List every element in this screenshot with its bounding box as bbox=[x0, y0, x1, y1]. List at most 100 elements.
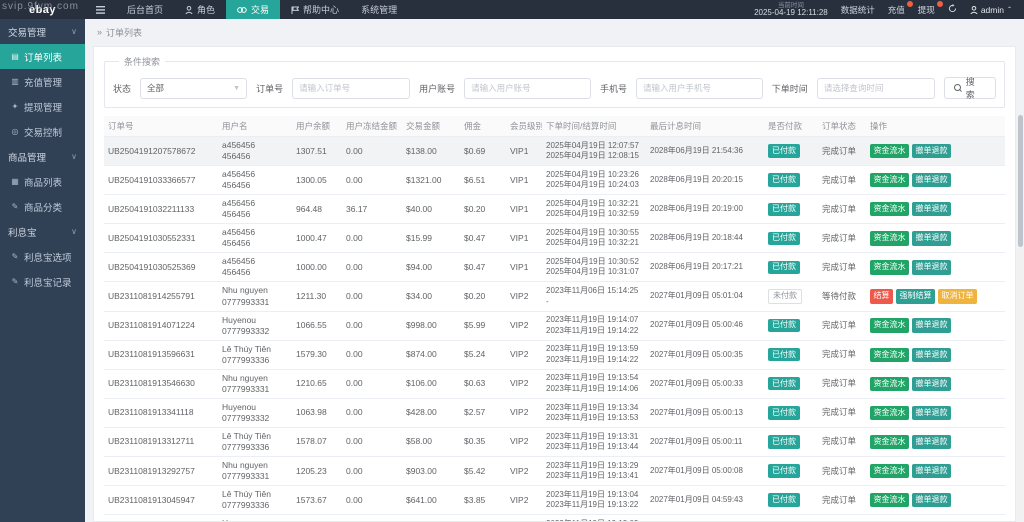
order-list-panel: 条件搜索 状态 全部 ▼ 订单号 用户账号 手机号 下单时间 搜 索 bbox=[93, 46, 1016, 522]
interest-time-cell: 2027年01月09日 05:00:08 bbox=[646, 456, 764, 487]
amount-cell: $641.00 bbox=[402, 485, 460, 516]
action-button[interactable]: 资金流水 bbox=[870, 318, 909, 333]
order-time-cell: 2023年11月06日 15:14:25- bbox=[542, 281, 646, 312]
paid-cell: 未付款 bbox=[764, 281, 818, 312]
stats-link[interactable]: 数据统计 bbox=[841, 4, 875, 16]
action-button[interactable]: 资金流水 bbox=[870, 347, 909, 362]
menu-item-help-center[interactable]: 帮助中心 bbox=[280, 0, 350, 19]
withdraw-link[interactable]: 提现 bbox=[918, 0, 944, 16]
amount-cell: $998.00 bbox=[402, 311, 460, 341]
actions-cell: 资金流水撤单退款 bbox=[866, 223, 1005, 254]
action-button[interactable]: 撤单退款 bbox=[912, 318, 951, 333]
paid-cell: 已付款 bbox=[764, 369, 818, 399]
action-button[interactable]: 资金流水 bbox=[870, 172, 909, 188]
sidebar-item-order-list[interactable]: ▤ 订单列表 bbox=[0, 44, 85, 69]
column-header: 用户余额 bbox=[292, 116, 342, 137]
action-button[interactable]: 资金流水 bbox=[870, 492, 909, 508]
actions-cell: 资金流水撤单退款 bbox=[866, 514, 1005, 521]
sidebar-item-trade-control[interactable]: ◎ 交易控制 bbox=[0, 119, 85, 144]
sidebar-item-goods-category[interactable]: ✎ 商品分类 bbox=[0, 194, 85, 219]
action-button[interactable]: 撤单退款 bbox=[912, 405, 951, 421]
menu-item-trade[interactable]: 交易 bbox=[226, 0, 281, 19]
action-button[interactable]: 资金流水 bbox=[870, 405, 909, 421]
interest-time-cell: 2028年06月19日 20:20:15 bbox=[646, 165, 764, 196]
sidebar-item-withdraw[interactable]: ✦ 提现管理 bbox=[0, 94, 85, 119]
user-cell: Nhu nguyen 0777993331 bbox=[218, 281, 292, 312]
action-button[interactable]: 资金流水 bbox=[870, 231, 909, 246]
action-button[interactable]: 资金流水 bbox=[870, 143, 909, 159]
action-button[interactable]: 取消订单 bbox=[938, 289, 977, 304]
current-time: 当前时间 2025-04-19 12:11:28 bbox=[754, 2, 828, 18]
app-logo: ebay bbox=[28, 3, 57, 16]
action-button[interactable]: 撤单退款 bbox=[912, 260, 951, 275]
sidebar-group-goods[interactable]: 商品管理 ∨ bbox=[0, 144, 85, 169]
sidebar-item-goods-list[interactable]: ▦ 商品列表 bbox=[0, 169, 85, 194]
breadcrumb-label[interactable]: 订单列表 bbox=[106, 26, 142, 39]
commission-cell: $5.42 bbox=[460, 456, 506, 487]
paid-tag: 已付款 bbox=[768, 318, 800, 333]
refresh-icon[interactable] bbox=[948, 4, 957, 15]
balance-cell: 1300.05 bbox=[292, 165, 342, 196]
order-id-cell: UB2311081913546630 bbox=[104, 369, 218, 399]
actions-cell: 资金流水撤单退款 bbox=[866, 311, 1005, 341]
action-button[interactable]: 撤单退款 bbox=[912, 463, 951, 479]
action-button[interactable]: 资金流水 bbox=[870, 463, 909, 479]
action-button[interactable]: 撤单退款 bbox=[912, 434, 951, 450]
column-header: 交易金额 bbox=[402, 116, 460, 137]
order-id-cell: UB2504191030552331 bbox=[104, 223, 218, 254]
action-button[interactable]: 结算 bbox=[870, 289, 893, 304]
order-no-input[interactable] bbox=[292, 77, 411, 99]
order-status-cell: 完成订单 bbox=[818, 194, 866, 225]
status-select[interactable]: 全部 ▼ bbox=[140, 77, 248, 99]
frozen-cell: 0.00 bbox=[342, 311, 402, 341]
action-button[interactable]: 资金流水 bbox=[870, 260, 909, 275]
sidebar-item-interest-records[interactable]: ✎ 利息宝记录 bbox=[0, 269, 85, 294]
table-row: UB2504191033366577 a456456 456456 1300.05… bbox=[104, 165, 1005, 196]
scrollbar-thumb[interactable] bbox=[1018, 115, 1023, 247]
action-button[interactable]: 撤单退款 bbox=[912, 202, 951, 217]
sidebar-group-label: 商品管理 bbox=[8, 152, 47, 164]
action-button[interactable]: 撤单退款 bbox=[912, 231, 951, 246]
search-button[interactable]: 搜 索 bbox=[943, 77, 996, 100]
commission-cell: $0.47 bbox=[460, 252, 506, 283]
recharge-link[interactable]: 充值 bbox=[888, 0, 914, 16]
user-account-input[interactable] bbox=[464, 77, 591, 99]
table-scrollbar[interactable] bbox=[1018, 115, 1023, 520]
commission-cell: $5.24 bbox=[460, 340, 506, 370]
action-button[interactable]: 资金流水 bbox=[870, 434, 909, 450]
collapse-menu-icon[interactable] bbox=[85, 0, 116, 19]
order-status-cell: 等待付款 bbox=[818, 281, 866, 312]
action-button[interactable]: 撤单退款 bbox=[912, 347, 951, 362]
vip-level-cell: VIP2 bbox=[506, 398, 542, 428]
action-button[interactable]: 强制结算 bbox=[896, 289, 935, 304]
action-button[interactable]: 资金流水 bbox=[870, 376, 909, 391]
phone-input[interactable] bbox=[635, 77, 763, 99]
user-cell: Lê Thúy Tiên 0777993336 bbox=[218, 485, 292, 516]
action-button[interactable]: 资金流水 bbox=[870, 202, 909, 217]
paid-tag: 已付款 bbox=[768, 377, 800, 391]
order-id-cell: UB2311081913038957 bbox=[104, 514, 218, 521]
sidebar-group-trade[interactable]: 交易管理 ∨ bbox=[0, 19, 85, 44]
paid-cell: 已付款 bbox=[764, 485, 818, 516]
interest-time-cell: 2027年01月09日 05:00:13 bbox=[646, 398, 764, 428]
order-list-icon: ▤ bbox=[11, 52, 19, 61]
user-menu[interactable]: admin ⌃ bbox=[970, 5, 1012, 15]
order-time-cell: 2025年04月19日 12:07:57 2025年04月19日 12:08:15 bbox=[542, 136, 646, 167]
order-time-cell: 2023年11月19日 19:13:31 2023年11月19日 19:13:44 bbox=[542, 427, 646, 458]
sidebar-group-interest[interactable]: 利息宝 ∨ bbox=[0, 219, 85, 244]
menu-item-system[interactable]: 系统管理 bbox=[350, 0, 408, 19]
action-button[interactable]: 撤单退款 bbox=[912, 376, 951, 391]
commission-cell: $0.47 bbox=[460, 223, 506, 254]
action-button[interactable]: 撤单退款 bbox=[912, 143, 951, 159]
user-cell: Nhu nguyen 0777993331 bbox=[218, 369, 292, 399]
action-button[interactable]: 撤单退款 bbox=[912, 492, 951, 508]
sidebar-item-interest-options[interactable]: ✎ 利息宝选项 bbox=[0, 244, 85, 269]
column-header: 订单状态 bbox=[818, 116, 866, 137]
user-account-label: 用户账号 bbox=[419, 83, 456, 94]
sidebar-item-recharge[interactable]: ▥ 充值管理 bbox=[0, 69, 85, 94]
menu-item-dashboard[interactable]: 后台首页 bbox=[116, 0, 174, 19]
user-cell: a456456 456456 bbox=[218, 136, 292, 167]
order-time-input[interactable] bbox=[816, 77, 935, 99]
menu-item-roles[interactable]: 角色 bbox=[174, 0, 226, 19]
action-button[interactable]: 撤单退款 bbox=[912, 172, 951, 188]
